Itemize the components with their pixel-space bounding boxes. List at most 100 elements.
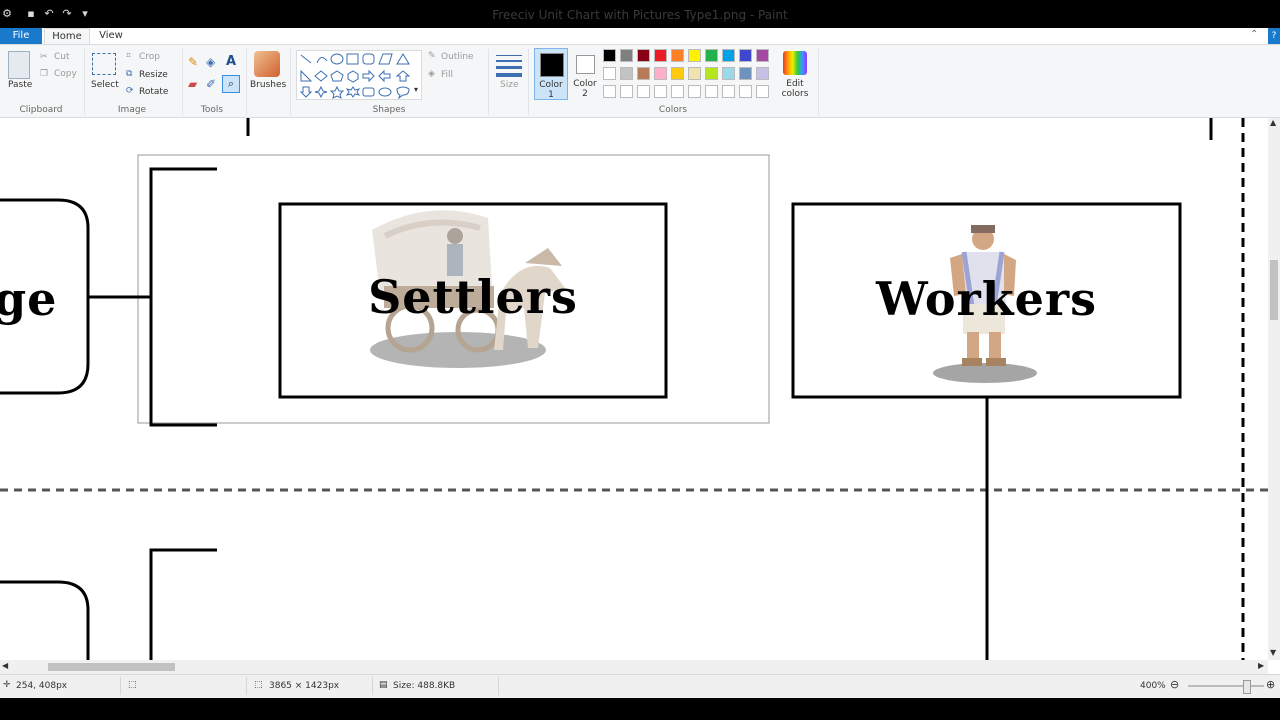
palette-swatch[interactable] — [688, 85, 701, 98]
size-button[interactable]: Size — [500, 80, 518, 90]
help-icon[interactable]: ? — [1268, 28, 1280, 44]
brushes-icon[interactable] — [254, 51, 280, 77]
crop-button[interactable]: Crop — [139, 52, 160, 62]
palette-swatch[interactable] — [722, 67, 735, 80]
cut-button[interactable]: Cut — [54, 52, 70, 62]
palette-swatch[interactable] — [739, 85, 752, 98]
workers-label: Workers — [875, 272, 1098, 326]
left-box-label: ge — [0, 272, 58, 326]
edit-colors-button[interactable]: Edit colors — [780, 79, 810, 99]
palette-swatch[interactable] — [671, 67, 684, 80]
status-bar: ✛ 254, 408px ⬚ ⬚ 3865 × 1423px ▤ Size: 4… — [0, 674, 1280, 698]
select-button[interactable]: Select — [91, 80, 119, 90]
palette-swatch[interactable] — [671, 49, 684, 62]
palette-swatch[interactable] — [688, 49, 701, 62]
minimize-ribbon-icon[interactable]: ⌃ — [1250, 29, 1258, 40]
palette-swatch[interactable] — [688, 67, 701, 80]
tab-file[interactable]: File — [0, 28, 42, 44]
paste-icon[interactable] — [8, 51, 30, 79]
size-icon[interactable] — [496, 55, 522, 77]
color2-swatch — [576, 55, 595, 74]
image-dimensions: 3865 × 1423px — [269, 681, 340, 691]
zoom-slider-thumb[interactable] — [1243, 680, 1251, 694]
palette-swatch[interactable] — [620, 49, 633, 62]
palette-swatch[interactable] — [739, 49, 752, 62]
clipboard-group-label: Clipboard — [19, 105, 63, 115]
palette-swatch[interactable] — [756, 49, 769, 62]
shapes-scroll-icon[interactable]: ▾ — [414, 85, 418, 94]
resize-button[interactable]: Resize — [139, 70, 168, 80]
group-divider — [818, 49, 819, 115]
palette-swatch[interactable] — [603, 49, 616, 62]
scroll-up-icon[interactable]: ▲ — [1270, 118, 1276, 127]
color1-button[interactable]: Color 1 — [534, 48, 568, 100]
drawing-canvas[interactable]: ge Settlers Workers — [0, 118, 1268, 660]
zoom-out-button[interactable]: ⊖ — [1170, 678, 1179, 691]
tools-group-label: Tools — [200, 105, 224, 115]
palette-swatch[interactable] — [671, 85, 684, 98]
image-group-label: Image — [117, 105, 147, 115]
palette-swatch[interactable] — [654, 85, 667, 98]
palette-swatch[interactable] — [654, 67, 667, 80]
cursor-position: 254, 408px — [16, 681, 68, 691]
group-divider — [182, 49, 183, 115]
zoom-slider-track[interactable] — [1188, 680, 1264, 694]
vertical-scroll-thumb[interactable] — [1270, 260, 1278, 320]
palette-swatch[interactable] — [637, 49, 650, 62]
title-bar: ⚙ ▪ ↶ ↷ ▾ Freeciv Unit Chart with Pictur… — [0, 0, 1280, 28]
palette-swatch[interactable] — [722, 49, 735, 62]
palette-swatch[interactable] — [739, 67, 752, 80]
pencil-icon[interactable]: ✎ — [188, 55, 198, 69]
tab-home[interactable]: Home — [44, 28, 90, 44]
palette-swatch[interactable] — [603, 67, 616, 80]
selection-size-icon: ⬚ — [128, 680, 137, 690]
fill-bucket-icon[interactable]: ◈ — [206, 55, 215, 69]
horizontal-scroll-thumb[interactable] — [48, 663, 175, 671]
file-size-icon: ▤ — [379, 680, 388, 690]
brushes-button[interactable]: Brushes — [250, 80, 286, 90]
rotate-button[interactable]: Rotate — [139, 87, 168, 97]
zoom-in-button[interactable]: ⊕ — [1266, 678, 1275, 691]
text-tool-icon[interactable]: A — [226, 54, 236, 69]
edit-colors-icon[interactable] — [783, 51, 807, 75]
outline-button[interactable]: Outline — [441, 52, 474, 62]
select-icon[interactable] — [92, 53, 116, 75]
palette-swatch[interactable] — [705, 67, 718, 80]
copy-button[interactable]: Copy — [54, 69, 77, 79]
status-divider — [372, 677, 373, 695]
palette-swatch[interactable] — [620, 67, 633, 80]
canvas-drawing — [0, 118, 1268, 660]
fill-icon: ◈ — [428, 69, 435, 79]
vertical-scrollbar[interactable]: ▲ ▼ — [1268, 118, 1280, 660]
palette-swatch[interactable] — [620, 85, 633, 98]
palette-swatch[interactable] — [756, 67, 769, 80]
shapes-gallery[interactable] — [296, 50, 422, 100]
palette-swatch[interactable] — [637, 85, 650, 98]
palette-swatch[interactable] — [705, 49, 718, 62]
horizontal-scrollbar[interactable]: ◀ ▶ — [0, 660, 1268, 674]
status-divider — [498, 677, 499, 695]
color2-label: Color — [573, 79, 597, 89]
group-divider — [528, 49, 529, 115]
palette-swatch[interactable] — [654, 49, 667, 62]
palette-swatch[interactable] — [705, 85, 718, 98]
scroll-right-icon[interactable]: ▶ — [1258, 661, 1264, 670]
color2-button[interactable]: Color 2 — [570, 48, 600, 100]
copy-icon: ❐ — [40, 69, 49, 79]
palette-swatch[interactable] — [637, 67, 650, 80]
paste-button[interactable]: Paste — [8, 80, 32, 90]
palette-swatch[interactable] — [756, 85, 769, 98]
group-divider — [84, 49, 85, 115]
color2-number: 2 — [582, 89, 588, 99]
palette-swatch[interactable] — [722, 85, 735, 98]
palette-swatch[interactable] — [603, 85, 616, 98]
zoom-level: 400% — [1140, 681, 1166, 691]
tab-view[interactable]: View — [92, 28, 130, 44]
scroll-left-icon[interactable]: ◀ — [2, 661, 8, 670]
fill-button[interactable]: Fill — [441, 70, 453, 80]
color-picker-icon[interactable]: ✐ — [206, 77, 216, 91]
magnifier-icon[interactable]: ⌕ — [222, 75, 240, 93]
status-divider — [246, 677, 247, 695]
eraser-icon[interactable]: ▰ — [188, 77, 197, 91]
scroll-down-icon[interactable]: ▼ — [1270, 648, 1276, 657]
